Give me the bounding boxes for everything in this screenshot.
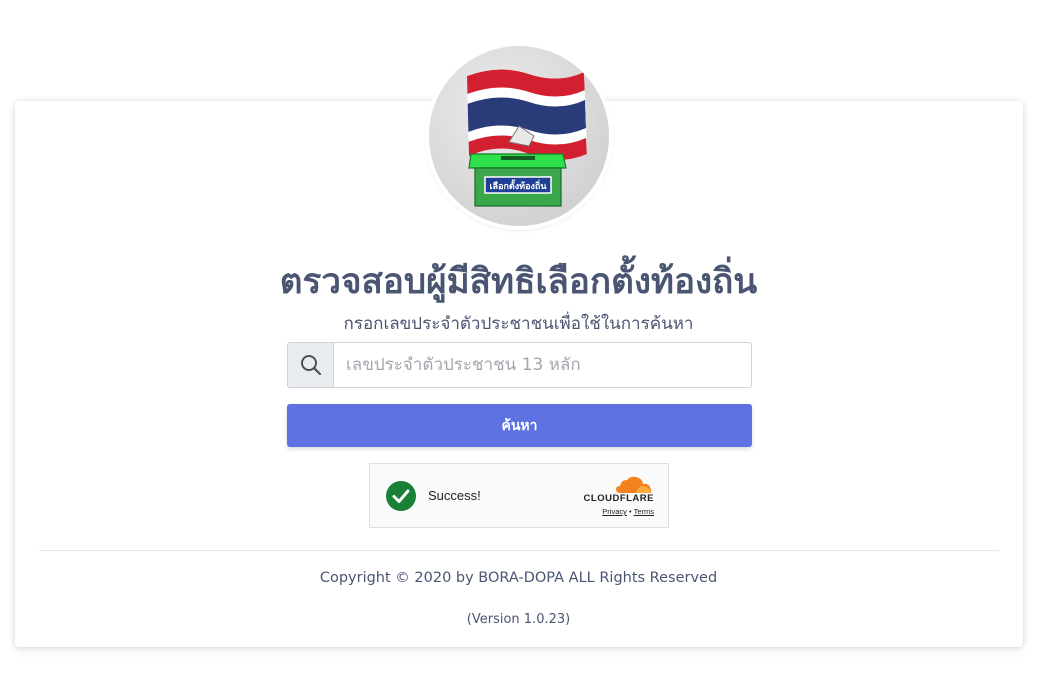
search-icon: [300, 355, 321, 376]
page-subtitle: กรอกเลขประจำตัวประชาชนเพื่อใช้ในการค้นหา: [343, 314, 694, 334]
search-button[interactable]: ค้นหา: [287, 404, 752, 447]
captcha-links: Privacy • Terms: [602, 507, 654, 516]
citizen-id-input[interactable]: [334, 343, 751, 387]
link-separator: •: [628, 507, 632, 516]
cloudflare-cloud-icon: [616, 476, 652, 493]
footer-divider: [39, 550, 999, 551]
copyright-text: Copyright © 2020 by BORA-DOPA ALL Rights…: [319, 570, 718, 586]
election-logo: เลือกตั้งท้องถิ่น: [429, 46, 609, 226]
version-text: (Version 1.0.23): [466, 612, 571, 627]
search-group: [287, 342, 752, 388]
ballot-box-flag-icon: เลือกตั้งท้องถิ่น: [467, 69, 587, 207]
captcha-status: Success!: [428, 488, 481, 503]
cloudflare-captcha[interactable]: Success! CLOUDFLARE Privacy • Terms: [369, 463, 669, 528]
cloudflare-brand: CLOUDFLARE Privacy • Terms: [574, 476, 654, 516]
search-addon: [288, 343, 334, 387]
success-check-icon: [386, 481, 416, 511]
privacy-link[interactable]: Privacy: [602, 507, 627, 516]
terms-link[interactable]: Terms: [634, 507, 654, 516]
page-title: ตรวจสอบผู้มีสิทธิเลือกตั้งท้องถิ่น: [279, 262, 758, 302]
cloudflare-wordmark: CLOUDFLARE: [583, 493, 654, 504]
